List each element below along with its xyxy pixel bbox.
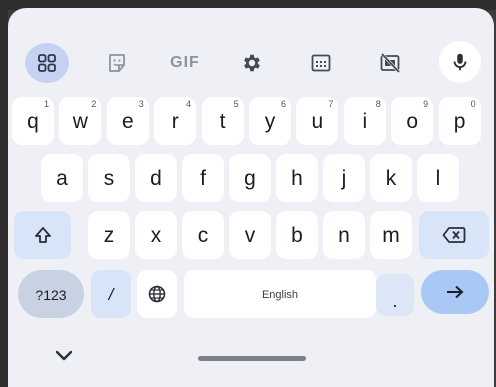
key-label: q — [27, 110, 39, 133]
keyboard-layout-icon — [311, 54, 331, 72]
key-p[interactable]: 0p — [438, 97, 481, 145]
shift-icon — [34, 227, 51, 243]
key-label: c — [197, 224, 209, 247]
keyboard-off-icon — [380, 52, 401, 74]
settings-button[interactable] — [232, 43, 272, 83]
key-label: d — [150, 167, 162, 190]
key-d[interactable]: d — [135, 154, 177, 202]
backspace-icon — [442, 227, 466, 243]
screen-left-edge — [0, 0, 8, 387]
key-e[interactable]: 3e — [106, 97, 149, 145]
gif-label: GIF — [170, 54, 200, 71]
key-h[interactable]: h — [276, 154, 318, 202]
key-w[interactable]: 2w — [59, 97, 102, 145]
key-u[interactable]: 7u — [296, 97, 339, 145]
globe-icon — [148, 285, 166, 303]
slash-key[interactable]: / — [91, 270, 131, 318]
key-label: u — [311, 110, 324, 133]
key-t[interactable]: 5t — [201, 97, 244, 145]
key-label: w — [72, 110, 88, 133]
key-label: k — [385, 167, 397, 190]
key-number-hint: 4 — [186, 99, 192, 109]
apps-grid-icon — [38, 54, 56, 72]
sticker-button[interactable] — [97, 43, 137, 83]
enter-key[interactable] — [421, 270, 489, 314]
space-key-label: English — [261, 289, 299, 301]
key-label: z — [103, 224, 115, 247]
key-s[interactable]: s — [88, 154, 130, 202]
key-number-hint: 5 — [233, 99, 239, 109]
key-m[interactable]: m — [370, 211, 412, 259]
key-k[interactable]: k — [370, 154, 412, 202]
arrow-right-icon — [447, 285, 464, 299]
key-label: t — [219, 110, 226, 133]
key-l[interactable]: l — [417, 154, 459, 202]
key-label: f — [200, 167, 206, 190]
key-label: n — [338, 224, 350, 247]
gif-button[interactable]: GIF — [162, 43, 208, 83]
slash-key-label: / — [108, 285, 114, 304]
space-key[interactable]: English — [184, 270, 376, 318]
key-label: m — [382, 224, 400, 247]
key-label: j — [341, 167, 347, 190]
key-label: h — [291, 167, 303, 190]
sticker-icon — [109, 54, 125, 72]
key-number-hint: 6 — [280, 99, 286, 109]
shift-key[interactable] — [14, 211, 71, 259]
key-number-hint: 3 — [138, 99, 144, 109]
key-i[interactable]: 8i — [343, 97, 386, 145]
key-v[interactable]: v — [229, 211, 271, 259]
key-f[interactable]: f — [182, 154, 224, 202]
key-number-hint: 0 — [470, 99, 476, 109]
apps-grid-button[interactable] — [25, 43, 69, 83]
key-b[interactable]: b — [276, 211, 318, 259]
key-label: v — [244, 224, 256, 247]
key-label: p — [453, 110, 466, 133]
key-number-hint: 9 — [423, 99, 429, 109]
hide-keyboard-button[interactable] — [50, 342, 78, 370]
key-a[interactable]: a — [41, 154, 83, 202]
voice-input-button[interactable] — [439, 41, 481, 83]
gear-icon — [244, 54, 260, 72]
key-j[interactable]: j — [323, 154, 365, 202]
key-x[interactable]: x — [135, 211, 177, 259]
key-label: s — [103, 167, 115, 190]
key-number-hint: 8 — [375, 99, 381, 109]
key-label: a — [56, 167, 68, 190]
key-o[interactable]: 9o — [391, 97, 434, 145]
key-label: y — [264, 110, 276, 133]
key-label: b — [291, 224, 303, 247]
key-q[interactable]: 1q — [12, 97, 54, 145]
key-label: g — [244, 167, 256, 190]
clipboard-button[interactable] — [301, 43, 341, 83]
key-r[interactable]: 4r — [154, 97, 197, 145]
period-key-label: . — [392, 290, 398, 311]
language-key[interactable] — [137, 270, 177, 318]
key-number-hint: 7 — [328, 99, 334, 109]
key-label: e — [121, 110, 134, 133]
backspace-key[interactable] — [419, 211, 489, 259]
keyboard-toolbar: GIF — [8, 8, 494, 104]
symbols-key-label: ?123 — [35, 287, 67, 303]
key-number-hint: 2 — [91, 99, 97, 109]
key-label: l — [435, 167, 441, 190]
on-screen-keyboard: GIF 1 q 2 w 3 e 4 r 5 t 6 y 7 u 8 i 9 o … — [8, 8, 494, 387]
key-y[interactable]: 6y — [249, 97, 291, 145]
key-label: x — [150, 224, 162, 247]
key-c[interactable]: c — [182, 211, 224, 259]
gesture-handle[interactable] — [198, 356, 306, 361]
microphone-icon — [453, 53, 467, 71]
key-label: i — [362, 110, 368, 133]
key-number-hint: 1 — [43, 99, 49, 109]
key-z[interactable]: z — [88, 211, 130, 259]
floating-keyboard-button[interactable] — [370, 43, 410, 83]
key-g[interactable]: g — [229, 154, 271, 202]
key-label: r — [171, 110, 179, 133]
key-n[interactable]: n — [323, 211, 365, 259]
chevron-down-icon — [55, 350, 73, 361]
symbols-key[interactable]: ?123 — [18, 270, 84, 318]
key-label: o — [406, 110, 419, 133]
period-key[interactable]: . — [376, 274, 414, 316]
